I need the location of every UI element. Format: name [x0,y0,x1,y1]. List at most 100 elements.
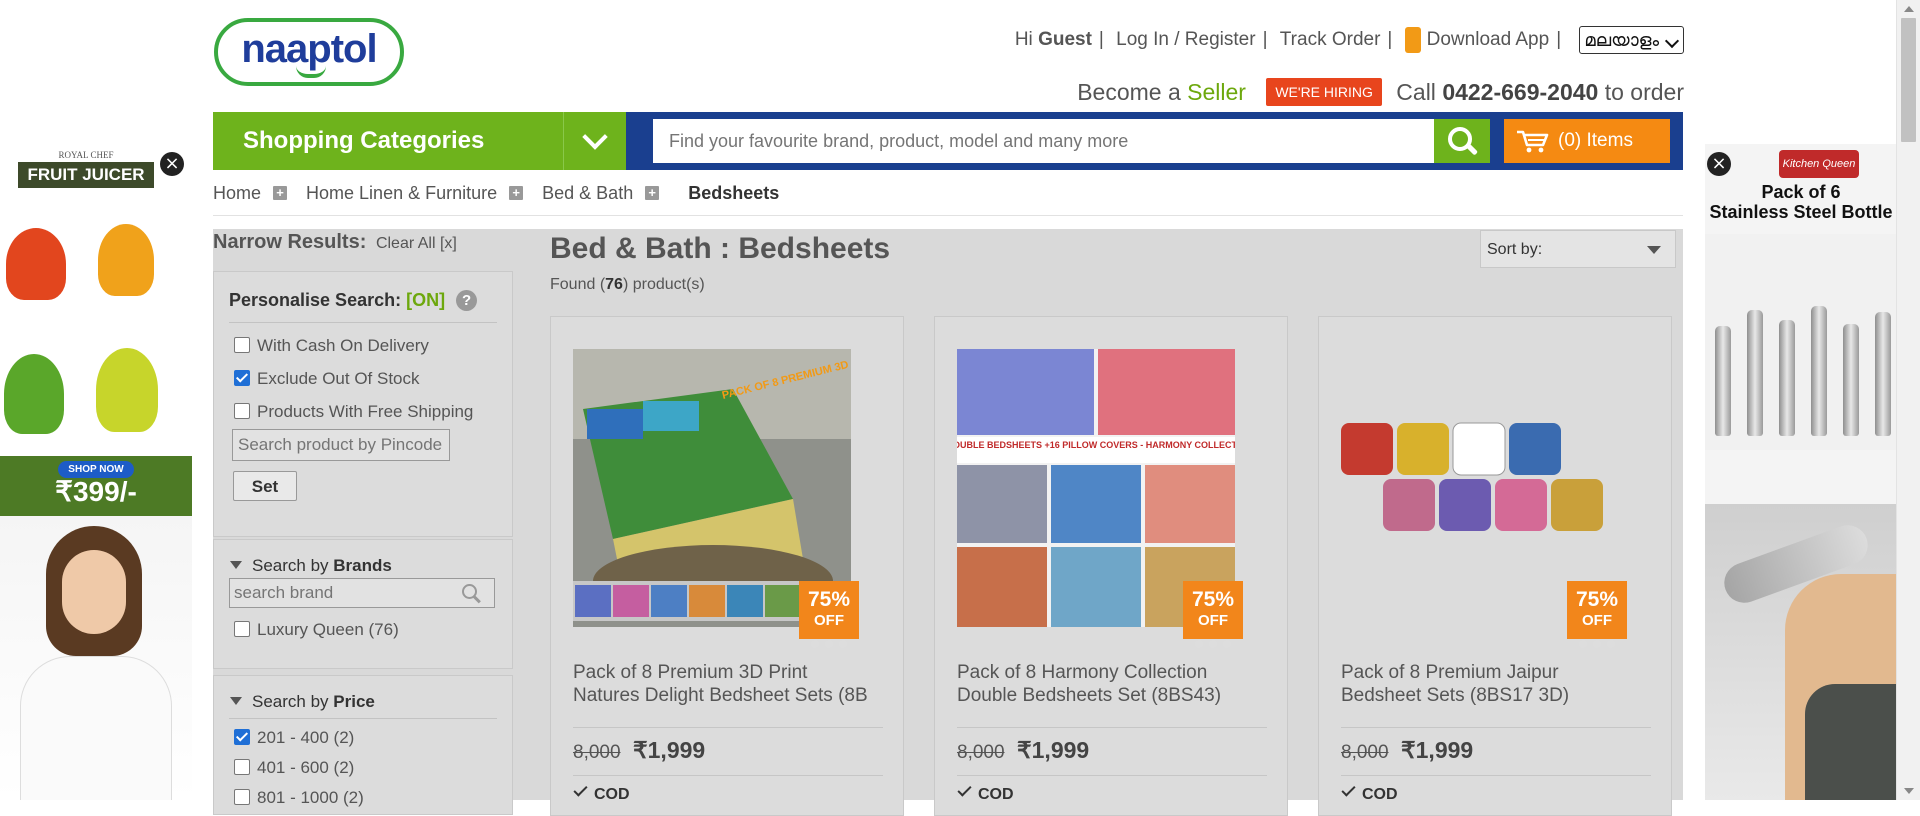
hiring-button[interactable]: WE'RE HIRING [1266,78,1382,106]
discount-percent: 75% [1575,588,1619,611]
product-card[interactable]: PACK OF 8 PREMIUM 3D PRINT NATURES DELIG… [550,316,904,816]
breadcrumb-home[interactable]: Home [213,183,261,204]
offer-price: ₹1,999 [1017,737,1090,763]
price-checkbox[interactable] [234,789,250,805]
exclude-out-of-stock-checkbox[interactable] [234,370,250,386]
download-app-link[interactable]: Download App [1427,29,1550,50]
product-name[interactable]: Pack of 8 Premium 3D Print Natures Delig… [573,661,883,707]
cod-availability: COD [573,782,630,804]
plus-icon[interactable]: + [273,186,288,201]
thumbnail[interactable] [727,585,763,617]
set-pincode-button[interactable]: Set [233,471,297,501]
chevron-down-icon [582,124,608,150]
carousel-dots[interactable] [805,635,853,648]
collage-caption: 8 DOUBLE BEDSHEETS +16 PILLOW COVERS - H… [957,440,1235,450]
language-select[interactable]: മലയാളം [1579,26,1684,54]
scrollbar-thumb[interactable] [1901,18,1916,142]
narrow-results-title: Narrow Results: [213,231,367,253]
search-input[interactable] [653,119,1434,163]
price-label: 801 - 1000 (2) [257,788,364,807]
cod-filter-option[interactable]: With Cash On Delivery [234,336,429,356]
search-button[interactable] [1434,119,1490,163]
price-checkbox[interactable] [234,759,250,775]
plus-icon[interactable]: + [645,186,660,201]
brand-checkbox[interactable] [234,621,250,637]
track-order-link[interactable]: Track Order [1280,29,1381,50]
thumbnail[interactable] [689,585,725,617]
free-shipping-option[interactable]: Products With Free Shipping [234,402,473,422]
divider [1341,727,1651,728]
thumbnail[interactable] [613,585,649,617]
breadcrumb-bed-bath[interactable]: Bed & Bath [542,183,633,204]
brands-filter-title[interactable]: Search by Brands [230,556,392,576]
bottle-image [1875,312,1891,436]
product-name[interactable]: Pack of 8 Harmony Collection Double Beds… [957,661,1267,707]
thumbnail[interactable] [575,585,611,617]
green-juicer-image [4,354,64,434]
bottle-image [1747,310,1763,436]
price-option[interactable]: 201 - 400 (2) [234,728,354,748]
red-juicer-image [6,228,66,300]
seller-link[interactable]: Seller [1187,79,1246,105]
found-prefix: Found ( [550,276,606,293]
price-option[interactable]: 801 - 1000 (2) [234,788,364,808]
thumbnail[interactable] [765,585,801,617]
left-side-ad[interactable]: × ROYAL CHEF FRUIT JUICER SHOP NOW ₹399/… [0,144,192,800]
price-filter-title[interactable]: Search by Price [230,692,375,712]
close-ad-icon[interactable]: × [1707,152,1731,176]
ad-title-line1: Pack of 6 [1761,182,1841,202]
product-card[interactable]: 8 DOUBLE BEDSHEETS +16 PILLOW COVERS - H… [934,316,1288,816]
sort-dropdown[interactable]: Sort by: [1480,230,1676,268]
main-nav-bar: Shopping Categories (0) Items [213,112,1683,170]
thumbnail[interactable] [651,585,687,617]
breadcrumb-home-linen[interactable]: Home Linen & Furniture [306,183,497,204]
mrp-price: 8,000 [957,742,1005,763]
exclude-out-of-stock-option[interactable]: Exclude Out Of Stock [234,369,420,389]
divider [957,727,1267,728]
cod-availability: COD [1341,782,1398,804]
chevron-down-icon [1664,33,1680,49]
orange-juicer-image [98,224,154,296]
categories-dropdown-toggle[interactable] [563,112,626,170]
page-scrollbar[interactable] [1896,0,1920,800]
scroll-up-arrow-icon[interactable] [1904,6,1914,12]
breadcrumb: Home + Home Linen & Furniture + Bed & Bath… [213,182,779,212]
login-register-link[interactable]: Log In / Register [1116,29,1255,50]
separator: | [1387,28,1393,50]
naaptol-logo[interactable]: naaptol [214,18,404,86]
price-option[interactable]: 401 - 600 (2) [234,758,354,778]
carousel-dots[interactable] [1189,635,1237,648]
help-icon[interactable]: ? [456,290,478,311]
divider [229,322,497,323]
ad-title-line2: Stainless Steel Bottle [1709,202,1893,222]
clear-all-link[interactable]: Clear All [x] [376,235,457,252]
ad-bottles-image [1705,234,1897,450]
cart-button[interactable]: (0) Items [1504,119,1670,163]
discount-off-label: OFF [1198,612,1228,629]
cod-checkbox[interactable] [234,337,250,353]
price-checkbox[interactable] [234,729,250,745]
close-ad-icon[interactable]: × [160,152,184,176]
offer-price: ₹1,999 [1401,737,1474,763]
shopping-categories-button[interactable]: Shopping Categories [213,112,563,170]
brand-option[interactable]: Luxury Queen (76) [234,620,399,640]
plus-icon[interactable]: + [509,186,524,201]
carousel-dots[interactable] [1573,635,1621,648]
right-side-ad[interactable]: × Kitchen Queen Pack of 6 Stainless Stee… [1705,144,1897,800]
model-shirt [20,656,172,800]
ad-price-badge[interactable]: SHOP NOW ₹399/- [0,456,192,516]
product-card[interactable]: 75% OFF Pack of 8 Premium Jaipur Bedshee… [1318,316,1672,816]
scroll-down-arrow-icon[interactable] [1904,788,1914,794]
product-name[interactable]: Pack of 8 Premium Jaipur Bedsheet Sets (… [1341,661,1651,707]
price-row: 8,000 ₹1,999 [957,737,1089,764]
search-icon[interactable] [462,584,482,604]
free-shipping-checkbox[interactable] [234,403,250,419]
call-prefix: Call [1396,79,1436,105]
pincode-input[interactable] [232,429,450,461]
brand-search-input[interactable] [229,578,495,608]
sort-label: Sort by: [1487,241,1543,258]
discount-percent: 75% [1191,588,1235,611]
narrow-results-header: Narrow Results: Clear All [x] [213,231,457,254]
divider [229,718,497,719]
personalise-state[interactable]: [ON] [406,290,445,310]
